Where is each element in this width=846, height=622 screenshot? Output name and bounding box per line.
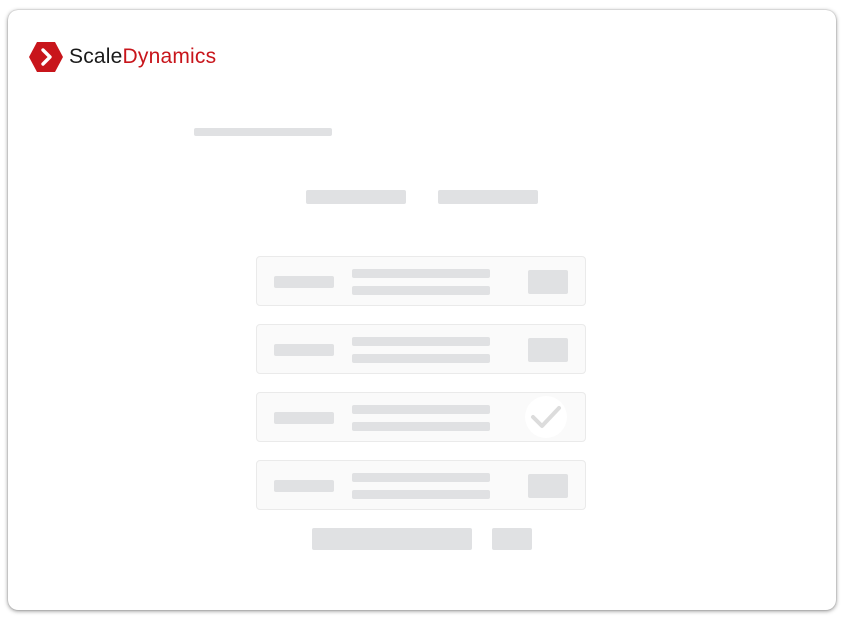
item-text-placeholder <box>352 405 490 414</box>
list-item-placeholder-2 <box>256 324 586 374</box>
item-label-placeholder <box>274 412 334 424</box>
tab-placeholder-1[interactable] <box>306 190 406 204</box>
item-action-button-placeholder[interactable] <box>528 474 568 498</box>
item-subtext-placeholder <box>352 422 490 431</box>
item-subtext-placeholder <box>352 490 490 499</box>
scaledynamics-logo: ScaleDynamics <box>28 41 216 73</box>
footer-button-placeholder[interactable] <box>492 528 532 550</box>
checkmark-icon <box>531 406 561 428</box>
item-label-placeholder <box>274 480 334 492</box>
footer-input-placeholder[interactable] <box>312 528 472 550</box>
hexagon-chevron-icon <box>29 42 63 72</box>
app-window: ScaleDynamics <box>8 10 836 610</box>
item-text-placeholder <box>352 337 490 346</box>
item-subtext-placeholder <box>352 286 490 295</box>
item-action-button-placeholder[interactable] <box>528 338 568 362</box>
brand-name-part2: Dynamics <box>122 45 217 68</box>
brand-name-part1: Scale <box>69 45 123 68</box>
heading-placeholder <box>194 128 332 136</box>
item-text-placeholder <box>352 473 490 482</box>
tab-placeholder-2[interactable] <box>438 190 538 204</box>
list-item-placeholder-4 <box>256 460 586 510</box>
list-item-placeholder-3 <box>256 392 586 442</box>
item-subtext-placeholder <box>352 354 490 363</box>
item-status-badge <box>525 396 567 438</box>
list-item-placeholder-1 <box>256 256 586 306</box>
item-action-button-placeholder[interactable] <box>528 270 568 294</box>
item-text-placeholder <box>352 269 490 278</box>
item-label-placeholder <box>274 276 334 288</box>
brand-name: ScaleDynamics <box>69 41 216 73</box>
item-label-placeholder <box>274 344 334 356</box>
